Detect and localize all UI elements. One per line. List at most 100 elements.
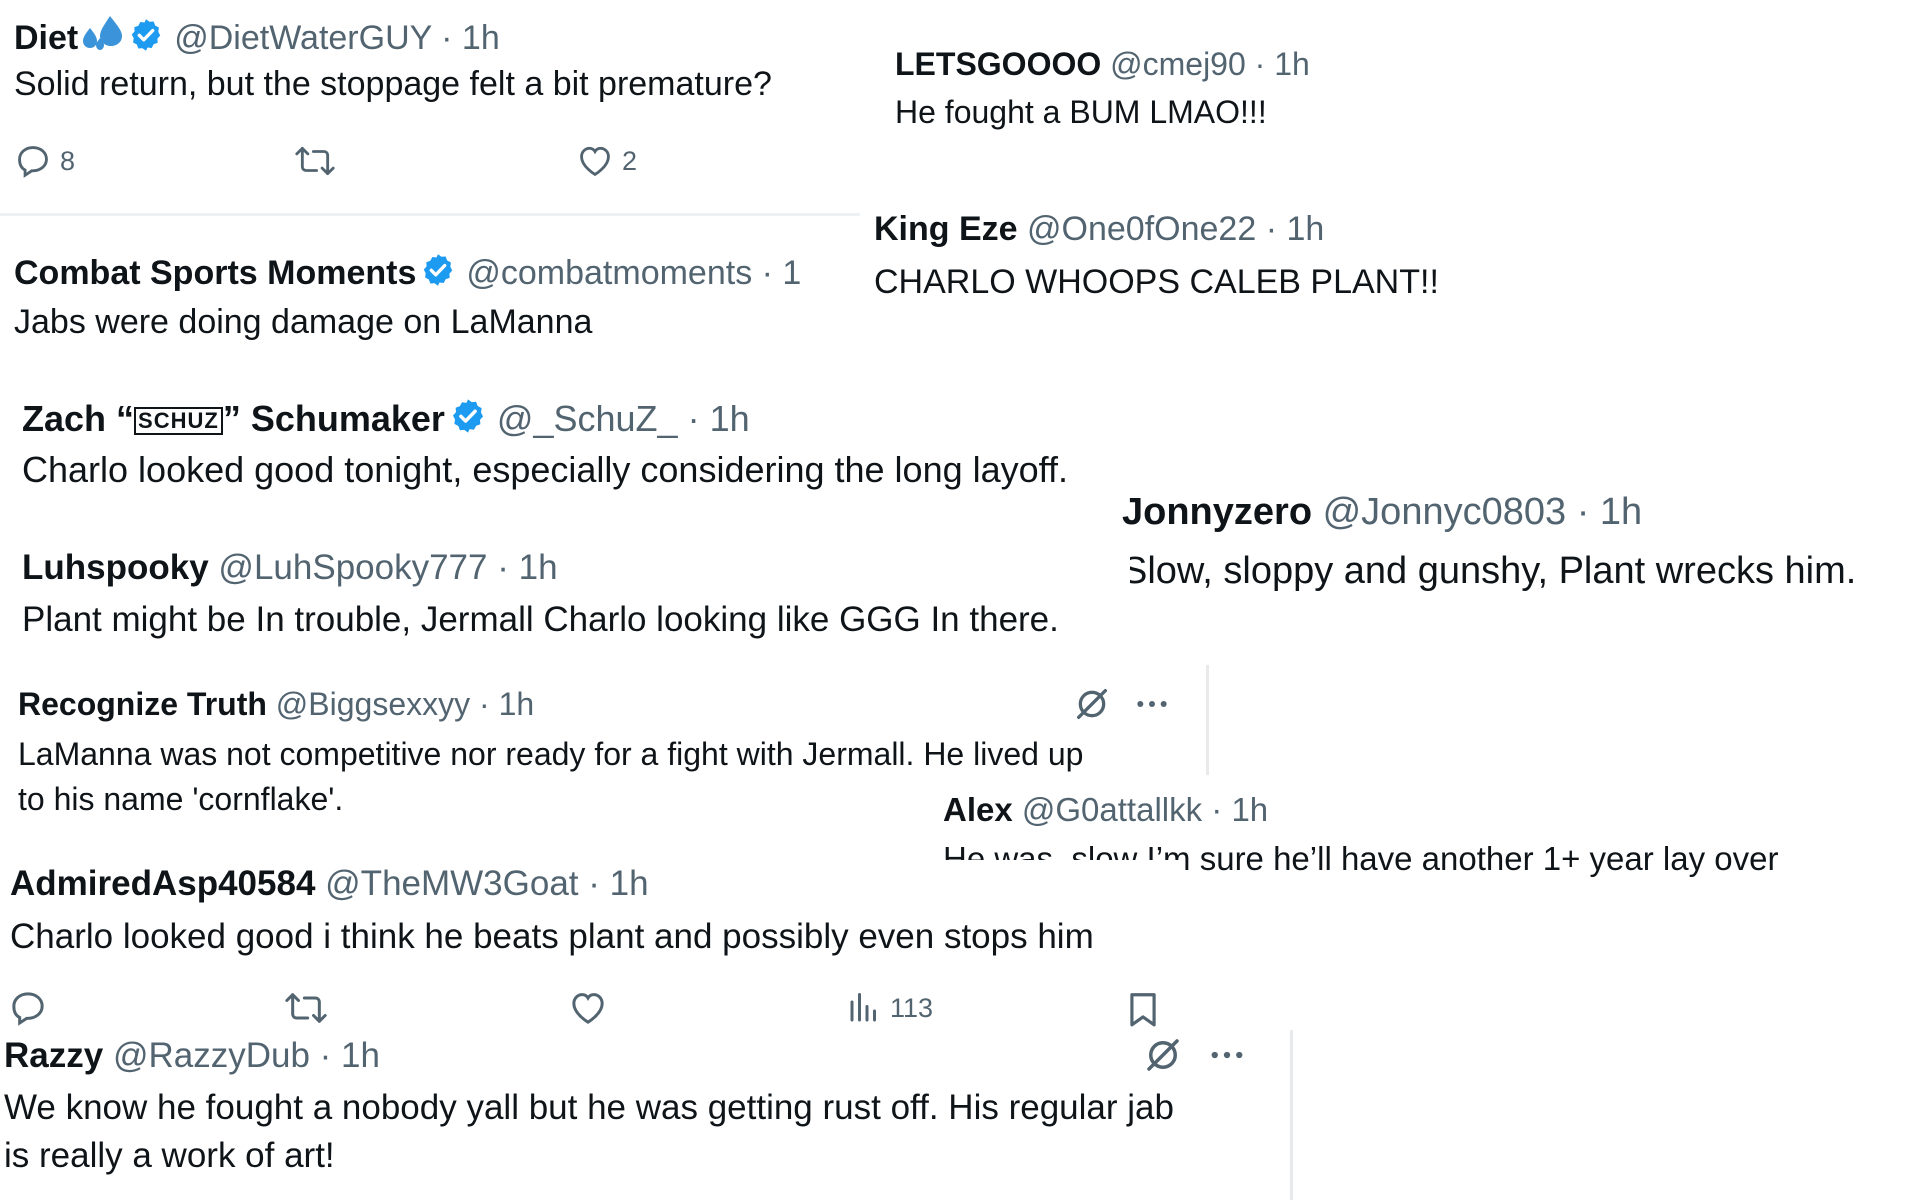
tweet-header: King Eze @One0fOne22 · 1h — [874, 212, 1324, 246]
timestamp[interactable]: · 1h — [497, 548, 557, 587]
tweet-card[interactable]: Luhspooky @LuhSpooky777 · 1h Plant might… — [0, 540, 1130, 650]
grok-button[interactable] — [1142, 1034, 1184, 1081]
more-icon — [1137, 701, 1167, 707]
tweet-card[interactable]: LETSGOOOO @cmej90 · 1h He fought a BUM L… — [880, 30, 1320, 150]
timestamp[interactable]: · 1h — [1255, 46, 1310, 82]
tweet-text-line: We know he fought a nobody yall but he w… — [4, 1088, 1174, 1127]
handle[interactable]: @DietWaterGUY — [174, 19, 431, 57]
timestamp[interactable]: · 1h — [1266, 210, 1325, 248]
tweet-card[interactable]: AdmiredAsp40584 @TheMW3Goat · 1h Charlo … — [0, 860, 1180, 1035]
tweet-card[interactable]: Combat Sports Moments @combatmoments · 1 … — [0, 240, 866, 350]
display-name-part: ” Schumaker — [222, 398, 445, 439]
tweet-text: Plant might be In trouble, Jermall Charl… — [22, 600, 1059, 639]
reply-button[interactable]: 8 — [14, 142, 75, 180]
retweet-icon — [285, 993, 327, 1023]
reply-icon — [12, 992, 44, 1026]
display-name[interactable]: Combat Sports Moments — [14, 254, 416, 292]
divider — [1290, 1030, 1293, 1200]
tweet-header: Zach “SCHUZ” Schumaker @_SchuZ_ · 1h — [22, 397, 750, 437]
display-name[interactable]: Diet — [14, 19, 78, 57]
timestamp[interactable]: · 1h — [479, 686, 534, 722]
tweet-text: Slow, sloppy and gunshy, Plant wrecks hi… — [1122, 550, 1857, 592]
display-name-part: Zach “ — [22, 398, 135, 439]
tweet-text: Charlo looked good tonight, especially c… — [22, 449, 1069, 490]
tweet-card[interactable]: King Eze @One0fOne22 · 1h CHARLO WHOOPS … — [870, 200, 1470, 310]
water-drops-icon — [83, 16, 123, 50]
views-icon — [850, 993, 876, 1022]
tweet-text: Charlo looked good i think he beats plan… — [10, 917, 1094, 956]
display-name[interactable]: King Eze — [874, 210, 1018, 248]
bookmark-icon — [1130, 993, 1156, 1027]
like-icon — [572, 993, 604, 1024]
timestamp[interactable]: · 1 — [762, 254, 802, 292]
tweet-text: Solid return, but the stoppage felt a bi… — [14, 65, 772, 103]
timestamp[interactable]: · 1h — [320, 1036, 380, 1075]
tweet-header: Recognize Truth @Biggsexxyy · 1h — [18, 688, 534, 720]
views-button[interactable]: 113 — [846, 988, 933, 1028]
views-count: 113 — [890, 992, 934, 1023]
handle[interactable]: @combatmoments — [466, 254, 752, 292]
bookmark-button[interactable] — [1124, 988, 1162, 1030]
divider — [0, 213, 860, 216]
reply-button[interactable] — [8, 988, 48, 1028]
handle[interactable]: @cmej90 — [1110, 46, 1246, 82]
grok-icon — [1077, 689, 1107, 719]
handle[interactable]: @LuhSpooky777 — [218, 548, 487, 587]
timestamp[interactable]: · 1h — [588, 864, 648, 903]
timestamp[interactable]: · 1h — [1211, 791, 1268, 828]
tweet-header: Alex @G0attallkk · 1h — [943, 793, 1268, 826]
display-name-boxed-text: SCHUZ — [134, 407, 223, 436]
tweet-card[interactable]: Razzy @RazzyDub · 1h We know he fought a… — [0, 1030, 1288, 1200]
like-button[interactable] — [568, 988, 608, 1028]
handle[interactable]: @_SchuZ_ — [497, 398, 678, 439]
tweet-header: AdmiredAsp40584 @TheMW3Goat · 1h — [10, 866, 649, 901]
timestamp[interactable]: · 1h — [688, 398, 750, 439]
like-count: 2 — [622, 145, 638, 176]
display-name[interactable]: LETSGOOOO — [895, 46, 1101, 82]
tweet-card[interactable]: Diet @DietWaterGUY · 1h Solid return, but… — [0, 0, 870, 205]
tweet-header: Jonnyzero @Jonnyc0803 · 1h — [1122, 493, 1642, 531]
handle[interactable]: @Biggsexxyy — [276, 686, 470, 722]
grok-button[interactable] — [1072, 684, 1112, 729]
tweet-card[interactable]: Jonnyzero @Jonnyc0803 · 1h Slow, sloppy … — [1112, 485, 1920, 600]
display-name[interactable]: Jonnyzero — [1122, 491, 1312, 533]
tweet-text-line: to his name 'cornflake'. — [18, 781, 344, 817]
tweet-card[interactable]: Zach “SCHUZ” Schumaker @_SchuZ_ · 1h Char… — [0, 385, 1180, 500]
handle[interactable]: @TheMW3Goat — [325, 864, 578, 903]
display-name[interactable]: Alex — [943, 791, 1013, 828]
tweet-text-line: LaManna was not competitive nor ready fo… — [18, 736, 1084, 772]
timestamp[interactable]: · 1h — [441, 19, 500, 57]
handle[interactable]: @G0attallkk — [1022, 791, 1202, 828]
tweet-header: Luhspooky @LuhSpooky777 · 1h — [22, 550, 558, 585]
tweet-text: We know he fought a nobody yall but he w… — [4, 1084, 1174, 1180]
more-button[interactable] — [1206, 1034, 1248, 1081]
like-button[interactable]: 2 — [576, 142, 637, 180]
tweet-header: Diet @DietWaterGUY · 1h — [14, 14, 500, 55]
more-icon — [1211, 1051, 1243, 1059]
tweet-text: CHARLO WHOOPS CALEB PLANT!! — [874, 263, 1439, 301]
handle[interactable]: @RazzyDub — [113, 1036, 310, 1075]
tweet-text: He fought a BUM LMAO!!! — [895, 94, 1267, 130]
tweet-header: LETSGOOOO @cmej90 · 1h — [895, 48, 1310, 80]
retweet-button[interactable] — [294, 142, 336, 180]
more-button[interactable] — [1132, 684, 1172, 729]
grok-icon — [1147, 1039, 1179, 1071]
display-name[interactable]: AdmiredAsp40584 — [10, 864, 315, 903]
tweet-header: Combat Sports Moments @combatmoments · 1 — [14, 252, 801, 290]
like-icon — [580, 146, 610, 177]
retweet-button[interactable] — [284, 988, 328, 1028]
verified-badge-icon — [424, 254, 453, 286]
display-name[interactable]: Zach “SCHUZ” Schumaker — [22, 398, 445, 439]
display-name[interactable]: Recognize Truth — [18, 686, 267, 722]
tweet-text: Jabs were doing damage on LaManna — [14, 303, 593, 341]
handle[interactable]: @Jonnyc0803 — [1323, 491, 1567, 533]
divider — [1206, 665, 1209, 775]
verified-badge-icon — [131, 19, 161, 51]
reply-count: 8 — [60, 145, 76, 176]
display-name[interactable]: Luhspooky — [22, 548, 209, 587]
tweet-text-line: is really a work of art! — [4, 1136, 335, 1175]
display-name[interactable]: Razzy — [4, 1036, 103, 1075]
tweet-header: Razzy @RazzyDub · 1h — [4, 1038, 380, 1073]
timestamp[interactable]: · 1h — [1577, 491, 1642, 533]
handle[interactable]: @One0fOne22 — [1027, 210, 1256, 248]
